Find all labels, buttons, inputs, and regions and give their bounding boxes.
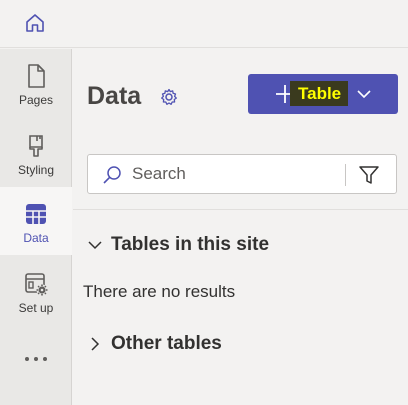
rail-item-label: Set up bbox=[18, 301, 54, 315]
section-other-tables[interactable]: Other tables bbox=[87, 333, 222, 355]
settings-window-icon bbox=[25, 273, 48, 296]
add-table-button-label: Table bbox=[290, 81, 349, 106]
rail-item-label: Styling bbox=[17, 163, 55, 177]
more-horizontal-icon bbox=[25, 357, 47, 361]
rail-item-pages[interactable]: Pages bbox=[0, 49, 72, 117]
page-icon bbox=[28, 64, 45, 88]
section-title: Other tables bbox=[111, 333, 222, 354]
search-icon bbox=[103, 166, 121, 184]
add-table-button[interactable]: Table bbox=[248, 74, 398, 114]
empty-state-text: There are no results bbox=[83, 282, 236, 301]
search-input[interactable] bbox=[132, 163, 332, 185]
chevron-right-icon bbox=[91, 337, 100, 351]
chevron-down-icon[interactable] bbox=[356, 87, 372, 101]
gear-icon bbox=[161, 88, 177, 105]
rail-item-label: Data bbox=[23, 231, 49, 245]
table-icon bbox=[26, 204, 46, 224]
section-tables-in-this-site[interactable]: Tables in this site bbox=[87, 234, 269, 256]
rail-item-styling[interactable]: Styling bbox=[0, 119, 72, 187]
filter-icon[interactable] bbox=[358, 164, 380, 186]
home-button[interactable] bbox=[20, 8, 50, 38]
home-icon bbox=[26, 14, 44, 32]
search-box bbox=[87, 154, 397, 194]
rail-item-data[interactable]: Data bbox=[0, 187, 72, 255]
left-nav-rail: Pages Styling Data Set up bbox=[0, 49, 72, 405]
page-title: Data bbox=[87, 82, 142, 110]
more-button[interactable] bbox=[14, 349, 58, 369]
data-panel: Data Table Tables in this site bbox=[73, 49, 408, 405]
search-divider bbox=[345, 164, 346, 186]
paintbrush-icon bbox=[29, 135, 43, 157]
data-settings-button[interactable] bbox=[159, 87, 179, 107]
panel-divider bbox=[73, 209, 408, 210]
rail-item-setup[interactable]: Set up bbox=[0, 257, 72, 325]
section-title: Tables in this site bbox=[111, 234, 270, 255]
chevron-down-icon bbox=[88, 241, 102, 250]
rail-item-label: Pages bbox=[18, 93, 54, 107]
top-bar bbox=[0, 0, 408, 48]
